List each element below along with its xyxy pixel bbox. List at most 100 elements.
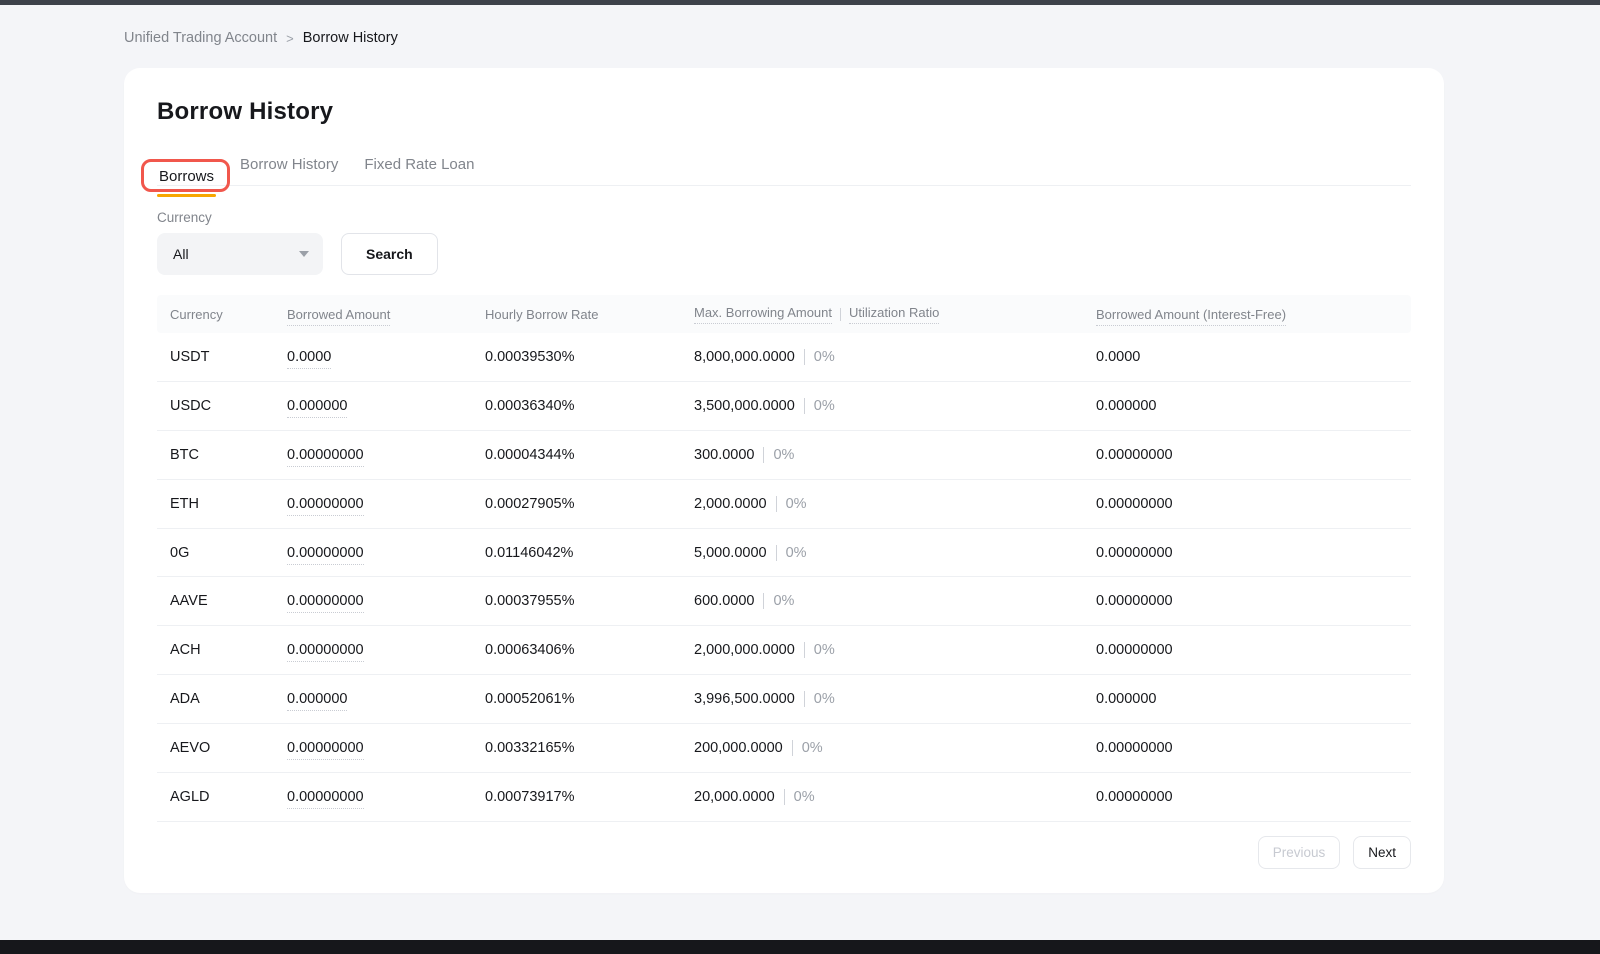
borrow-history-panel: Borrow History Borrows Borrow History Fi… <box>124 68 1444 893</box>
cell-interest-free: 0.000000 <box>1096 691 1411 707</box>
cell-borrowed-amount: 0.00000000 <box>287 496 485 512</box>
header-hourly-borrow-rate: Hourly Borrow Rate <box>485 307 694 322</box>
cell-max-borrowing-utilization: 200,000.0000 0% <box>694 740 1096 756</box>
cell-pipe-divider <box>776 545 777 561</box>
header-pipe-divider <box>840 308 841 321</box>
breadcrumb-separator-icon: > <box>286 31 294 46</box>
table-header-row: Currency Borrowed Amount Hourly Borrow R… <box>157 295 1411 333</box>
cell-pipe-divider <box>763 593 764 609</box>
cell-interest-free: 0.0000 <box>1096 349 1411 365</box>
cell-hourly-borrow-rate: 0.01146042% <box>485 545 694 561</box>
table-row: AEVO 0.00000000 0.00332165% 200,000.0000… <box>157 724 1411 773</box>
borrows-table: Currency Borrowed Amount Hourly Borrow R… <box>157 295 1411 822</box>
chevron-down-icon <box>299 251 309 257</box>
cell-interest-free: 0.00000000 <box>1096 740 1411 756</box>
breadcrumb-unified-trading-account[interactable]: Unified Trading Account <box>124 30 277 46</box>
table-row: USDT 0.0000 0.00039530% 8,000,000.0000 0… <box>157 333 1411 382</box>
cell-borrowed-amount: 0.00000000 <box>287 740 485 756</box>
next-page-button[interactable]: Next <box>1353 836 1411 869</box>
cell-borrowed-amount: 0.000000 <box>287 691 485 707</box>
cell-max-borrowing-utilization: 300.0000 0% <box>694 447 1096 463</box>
cell-currency: AAVE <box>170 593 287 609</box>
tab-fixed-rate-loan[interactable]: Fixed Rate Loan <box>362 150 476 185</box>
browser-top-edge <box>0 0 1600 5</box>
header-borrowed-amount[interactable]: Borrowed Amount <box>287 307 485 322</box>
page-title: Borrow History <box>157 98 1411 126</box>
header-interest-free[interactable]: Borrowed Amount (Interest-Free) <box>1096 307 1411 322</box>
breadcrumb: Unified Trading Account > Borrow History <box>124 30 1600 46</box>
cell-borrowed-amount: 0.000000 <box>287 398 485 414</box>
tab-borrow-history[interactable]: Borrow History <box>238 150 340 185</box>
cell-interest-free: 0.00000000 <box>1096 593 1411 609</box>
browser-bottom-edge <box>0 940 1600 954</box>
cell-currency: USDC <box>170 398 287 414</box>
table-row: AAVE 0.00000000 0.00037955% 600.0000 0% … <box>157 577 1411 626</box>
cell-max-borrowing-utilization: 2,000.0000 0% <box>694 496 1096 512</box>
cell-max-borrowing-utilization: 20,000.0000 0% <box>694 789 1096 805</box>
cell-hourly-borrow-rate: 0.00052061% <box>485 691 694 707</box>
header-currency: Currency <box>170 307 287 322</box>
currency-select[interactable]: All <box>157 233 323 275</box>
cell-pipe-divider <box>784 789 785 805</box>
previous-page-button[interactable]: Previous <box>1258 836 1341 869</box>
cell-currency: ADA <box>170 691 287 707</box>
cell-pipe-divider <box>804 691 805 707</box>
table-row: AGLD 0.00000000 0.00073917% 20,000.0000 … <box>157 773 1411 822</box>
cell-currency: AEVO <box>170 740 287 756</box>
cell-hourly-borrow-rate: 0.00073917% <box>485 789 694 805</box>
cell-currency: ETH <box>170 496 287 512</box>
tab-bar: Borrows Borrow History Fixed Rate Loan <box>157 150 1411 186</box>
filter-section: Currency All Search <box>157 210 1411 275</box>
cell-interest-free: 0.00000000 <box>1096 496 1411 512</box>
cell-interest-free: 0.00000000 <box>1096 447 1411 463</box>
cell-interest-free: 0.00000000 <box>1096 789 1411 805</box>
cell-currency: ACH <box>170 642 287 658</box>
cell-currency: USDT <box>170 349 287 365</box>
header-max-borrowing-utilization[interactable]: Max. Borrowing Amount Utilization Ratio <box>694 305 1096 324</box>
search-button[interactable]: Search <box>341 233 438 275</box>
table-row: 0G 0.00000000 0.01146042% 5,000.0000 0% … <box>157 529 1411 578</box>
cell-pipe-divider <box>804 398 805 414</box>
cell-max-borrowing-utilization: 600.0000 0% <box>694 593 1096 609</box>
cell-borrowed-amount: 0.00000000 <box>287 545 485 561</box>
table-row: ADA 0.000000 0.00052061% 3,996,500.0000 … <box>157 675 1411 724</box>
cell-hourly-borrow-rate: 0.00004344% <box>485 447 694 463</box>
cell-interest-free: 0.00000000 <box>1096 642 1411 658</box>
cell-currency: AGLD <box>170 789 287 805</box>
cell-interest-free: 0.00000000 <box>1096 545 1411 561</box>
currency-filter-label: Currency <box>157 210 1411 225</box>
cell-hourly-borrow-rate: 0.00332165% <box>485 740 694 756</box>
cell-borrowed-amount: 0.00000000 <box>287 789 485 805</box>
table-row: USDC 0.000000 0.00036340% 3,500,000.0000… <box>157 382 1411 431</box>
cell-hourly-borrow-rate: 0.00027905% <box>485 496 694 512</box>
cell-pipe-divider <box>804 349 805 365</box>
table-row: BTC 0.00000000 0.00004344% 300.0000 0% 0… <box>157 431 1411 480</box>
pagination: Previous Next <box>1258 836 1411 869</box>
cell-currency: BTC <box>170 447 287 463</box>
cell-hourly-borrow-rate: 0.00039530% <box>485 349 694 365</box>
cell-borrowed-amount: 0.0000 <box>287 349 485 365</box>
table-body: USDT 0.0000 0.00039530% 8,000,000.0000 0… <box>157 333 1411 822</box>
cell-max-borrowing-utilization: 5,000.0000 0% <box>694 545 1096 561</box>
cell-pipe-divider <box>792 740 793 756</box>
cell-hourly-borrow-rate: 0.00036340% <box>485 398 694 414</box>
cell-pipe-divider <box>804 642 805 658</box>
cell-max-borrowing-utilization: 8,000,000.0000 0% <box>694 349 1096 365</box>
cell-borrowed-amount: 0.00000000 <box>287 593 485 609</box>
cell-hourly-borrow-rate: 0.00037955% <box>485 593 694 609</box>
currency-select-value: All <box>173 246 189 262</box>
tab-borrows-wrapper: Borrows <box>157 168 216 185</box>
cell-currency: 0G <box>170 545 287 561</box>
breadcrumb-borrow-history: Borrow History <box>303 30 398 46</box>
cell-interest-free: 0.000000 <box>1096 398 1411 414</box>
cell-hourly-borrow-rate: 0.00063406% <box>485 642 694 658</box>
cell-pipe-divider <box>776 496 777 512</box>
cell-max-borrowing-utilization: 3,996,500.0000 0% <box>694 691 1096 707</box>
cell-borrowed-amount: 0.00000000 <box>287 642 485 658</box>
cell-max-borrowing-utilization: 3,500,000.0000 0% <box>694 398 1096 414</box>
cell-pipe-divider <box>763 447 764 463</box>
tab-borrows[interactable]: Borrows <box>157 162 216 197</box>
table-row: ETH 0.00000000 0.00027905% 2,000.0000 0%… <box>157 480 1411 529</box>
cell-max-borrowing-utilization: 2,000,000.0000 0% <box>694 642 1096 658</box>
table-row: ACH 0.00000000 0.00063406% 2,000,000.000… <box>157 626 1411 675</box>
